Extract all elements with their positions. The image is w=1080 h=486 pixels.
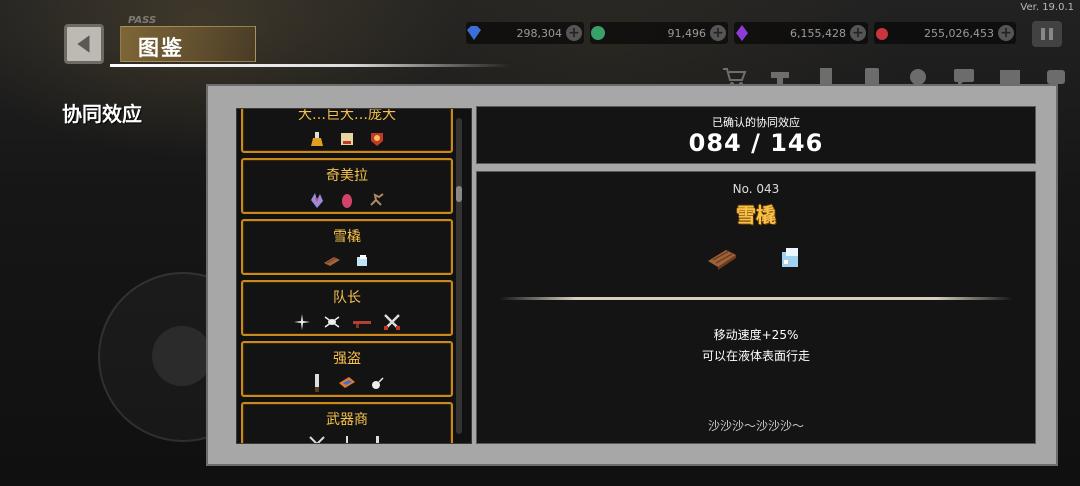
lizard-icon	[370, 193, 384, 206]
knife-icon	[315, 374, 319, 392]
synergy-name: 奇美拉	[326, 168, 368, 184]
effect-line: 可以在液体表面行走	[701, 349, 810, 363]
currency-coin-value: 91,496	[667, 26, 707, 40]
red-ember-icon	[876, 28, 888, 40]
currency-coin: 91,496 +	[590, 22, 728, 44]
bomb-icon	[372, 377, 384, 389]
list-scroll-thumb[interactable]	[456, 186, 462, 202]
back-arrow-icon	[77, 35, 90, 53]
synergy-number: No. 043	[732, 182, 780, 196]
currency-gem: 298,304 +	[466, 22, 584, 44]
synergy-count-box: 已确认的协同效应 084 / 146	[476, 106, 1036, 164]
title-underline	[110, 64, 510, 67]
joystick-knob[interactable]	[152, 326, 212, 386]
purple-crystal-icon	[736, 25, 748, 41]
flavor-text: 沙沙沙～沙沙沙～	[707, 419, 804, 433]
synergy-name: 雪橇	[333, 229, 361, 245]
currency-ember-value: 255,026,453	[924, 26, 994, 40]
crossed-swords-icon	[384, 314, 400, 330]
currency-gem-value: 298,304	[516, 26, 563, 40]
plank-icon	[708, 250, 736, 270]
shuriken-icon	[294, 314, 310, 330]
pass-label: PASS	[128, 15, 157, 26]
plank-icon	[324, 257, 340, 266]
green-coin-icon	[591, 26, 605, 40]
sword-icon	[309, 436, 325, 443]
synergy-item[interactable]: 队长	[241, 280, 453, 336]
synergy-item[interactable]: 奇美拉	[241, 158, 453, 214]
add-gem-button[interactable]: +	[566, 25, 582, 41]
crystal-icon	[311, 193, 323, 208]
currency-ember: 255,026,453 +	[874, 22, 1016, 44]
add-coin-button[interactable]: +	[710, 25, 726, 41]
scroll-icon	[341, 133, 353, 145]
bandana-icon	[339, 377, 355, 388]
currency-crystal-value: 6,155,428	[790, 26, 846, 40]
add-crystal-button[interactable]: +	[850, 25, 866, 41]
currency-bar: 298,304 + 91,496 + 6,155,428 + 255,026,4…	[466, 22, 1022, 44]
pause-button[interactable]	[1032, 21, 1062, 47]
ice-icon	[782, 248, 798, 267]
synergy-count-label: 已确认的协同效应	[712, 116, 800, 129]
badge-icon	[371, 133, 383, 146]
synergy-items	[477, 242, 1035, 274]
rifle-icon	[353, 321, 371, 328]
potion-icon	[311, 132, 323, 146]
synergy-name: 大…巨大…庞大	[298, 108, 396, 123]
synergy-list[interactable]: 大…巨大…庞大 奇美拉 雪橇 队长 强盗 武器商	[236, 108, 472, 444]
synergy-item[interactable]: 大…巨大…庞大	[241, 108, 453, 153]
synergy-name: 队长	[333, 290, 361, 306]
dagger-icon	[346, 436, 348, 443]
list-scrollbar[interactable]	[456, 118, 462, 434]
version-label: Ver. 19.0.1	[1020, 2, 1074, 13]
synergy-name: 强盗	[333, 351, 361, 367]
synergy-item[interactable]: 强盗	[241, 341, 453, 397]
effect-line: 移动速度+25%	[713, 328, 799, 342]
section-label: 协同效应	[62, 102, 142, 126]
pause-bar-right	[1049, 28, 1053, 40]
blue-gem-icon	[467, 26, 481, 40]
ice-icon	[357, 255, 367, 266]
synergy-name: 武器商	[326, 412, 368, 428]
codex-panel: 大…巨大…庞大 奇美拉 雪橇 队长 强盗 武器商 已确认的协同效应 084 / …	[206, 84, 1058, 466]
synergy-title: 雪橇	[736, 203, 776, 227]
bug-icon	[324, 316, 340, 328]
pause-bar-left	[1041, 28, 1045, 40]
back-button[interactable]	[64, 24, 104, 64]
add-ember-button[interactable]: +	[998, 25, 1014, 41]
synergy-item[interactable]: 雪橇	[241, 219, 453, 275]
blade-icon	[376, 436, 379, 443]
synergy-detail: No. 043 雪橇 移动速度+25% 可以在液体表面行走 沙沙沙～沙沙沙～	[476, 171, 1036, 444]
currency-crystal: 6,155,428 +	[734, 22, 868, 44]
synergy-item[interactable]: 武器商	[241, 402, 453, 443]
egg-icon	[342, 194, 352, 208]
synergy-count-value: 084 / 146	[688, 129, 824, 157]
detail-divider	[499, 297, 1013, 300]
page-title: 图鉴	[138, 36, 184, 60]
